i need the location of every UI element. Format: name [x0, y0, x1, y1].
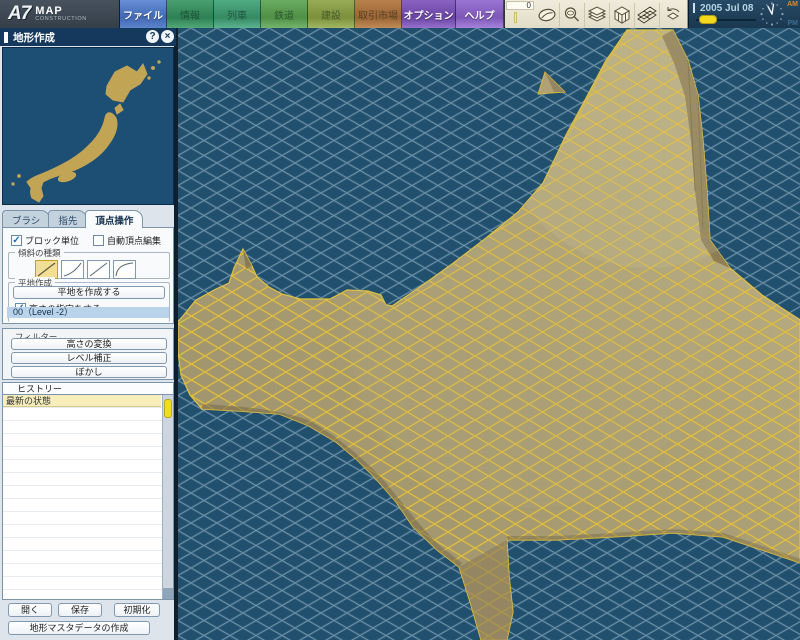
- open-button[interactable]: 開く: [8, 603, 52, 617]
- pm-label: PM: [788, 20, 799, 27]
- japan-minimap[interactable]: [2, 47, 174, 205]
- game-clock-panel: 2005 Jul 08 AM PM: [688, 0, 800, 28]
- panel-title: 地形作成: [13, 30, 55, 45]
- minimap-hokkaido: [106, 64, 147, 102]
- toolbar-indicator: [514, 12, 517, 23]
- tab-brush[interactable]: ブラシ: [2, 210, 50, 228]
- view-toolbar: 0: [505, 0, 688, 28]
- layer-stack-icon[interactable]: [585, 3, 610, 27]
- magnifier-icon[interactable]: [560, 3, 585, 27]
- menu-train[interactable]: 列車: [214, 0, 261, 28]
- slope-diagonal-icon[interactable]: [87, 260, 110, 279]
- counter-display: 0: [506, 1, 534, 10]
- panel-title-bar: 地形作成 ? ×: [0, 28, 176, 46]
- tool-tabs: ブラシ 指先 頂点操作: [2, 210, 141, 228]
- menu-help[interactable]: ヘルプ: [456, 0, 504, 28]
- save-button[interactable]: 保存: [58, 603, 102, 617]
- a7-logo-icon: A7: [8, 3, 30, 25]
- am-label: AM: [787, 1, 798, 8]
- height-level-value[interactable]: 00（Level -2）: [7, 307, 169, 318]
- close-icon[interactable]: ×: [161, 30, 174, 43]
- menu-file[interactable]: ファイル: [120, 0, 167, 28]
- filter-section: フィルター 高さの変換 レベル補正 ぼかし: [2, 328, 174, 380]
- height-convert-button[interactable]: 高さの変換: [11, 338, 167, 350]
- date-marker: [693, 3, 695, 13]
- history-scroll-thumb[interactable]: [164, 399, 172, 418]
- block-unit-label: ブロック単位: [25, 234, 79, 247]
- auto-vertex-checkbox[interactable]: [93, 235, 104, 246]
- level-correction-button[interactable]: レベル補正: [11, 352, 167, 364]
- block-unit-checkbox[interactable]: ✓: [11, 235, 22, 246]
- menu-bar: ファイル 情報 列車 鉄道 建設 取引市場 オプション ヘルプ: [120, 0, 504, 28]
- block-stack-icon[interactable]: [610, 3, 635, 27]
- terrain-3d-view[interactable]: [178, 28, 800, 640]
- logo-construction-text: CONSTRUCTION: [35, 17, 87, 23]
- menu-construction[interactable]: 建設: [308, 0, 355, 28]
- title-accent-bar: [4, 32, 8, 43]
- slope-type-legend: 傾斜の種類: [15, 247, 64, 259]
- menu-market[interactable]: 取引市場: [355, 0, 402, 28]
- analog-clock-icon: [759, 1, 785, 27]
- terrain-tool-panel: 地形作成 ? × ブラシ 指先 頂点操作: [0, 28, 176, 640]
- help-icon[interactable]: ?: [146, 30, 159, 43]
- time-slider-thumb[interactable]: [699, 15, 717, 24]
- menu-railway[interactable]: 鉄道: [261, 0, 308, 28]
- blur-button[interactable]: ぼかし: [11, 366, 167, 378]
- tab-vertex-operation[interactable]: 頂点操作: [85, 210, 143, 228]
- history-item-latest[interactable]: 最新の状態: [3, 395, 161, 407]
- game-date: 2005 Jul 08: [700, 3, 753, 14]
- auto-vertex-label: 自動頂点編集: [107, 234, 161, 247]
- app-logo: A7 MAP CONSTRUCTION: [0, 0, 120, 28]
- history-scroll-end[interactable]: [163, 588, 173, 599]
- app-window: A7 MAP CONSTRUCTION ファイル 情報 列車 鉄道 建設 取引市…: [0, 0, 800, 640]
- slope-concave-icon[interactable]: [61, 260, 84, 279]
- rotate-layer-icon[interactable]: [660, 3, 685, 27]
- slope-convex-icon[interactable]: [113, 260, 136, 279]
- menu-options[interactable]: オプション: [402, 0, 456, 28]
- mesh-icon[interactable]: [635, 3, 660, 27]
- menu-info[interactable]: 情報: [167, 0, 214, 28]
- master-data-button[interactable]: 地形マスタデータの作成: [8, 621, 150, 635]
- init-button[interactable]: 初期化: [114, 603, 160, 617]
- top-menu-bar: A7 MAP CONSTRUCTION ファイル 情報 列車 鉄道 建設 取引市…: [0, 0, 800, 28]
- vertex-tab-content: ✓ ブロック単位 自動頂点編集 傾斜の種類: [2, 227, 174, 324]
- history-list[interactable]: 最新の状態: [2, 394, 174, 600]
- tab-fingertip[interactable]: 指先: [48, 210, 87, 228]
- history-scrollbar[interactable]: [162, 395, 173, 599]
- create-flat-button[interactable]: 平地を作成する: [13, 286, 165, 299]
- terrain-disc-icon[interactable]: [535, 3, 560, 27]
